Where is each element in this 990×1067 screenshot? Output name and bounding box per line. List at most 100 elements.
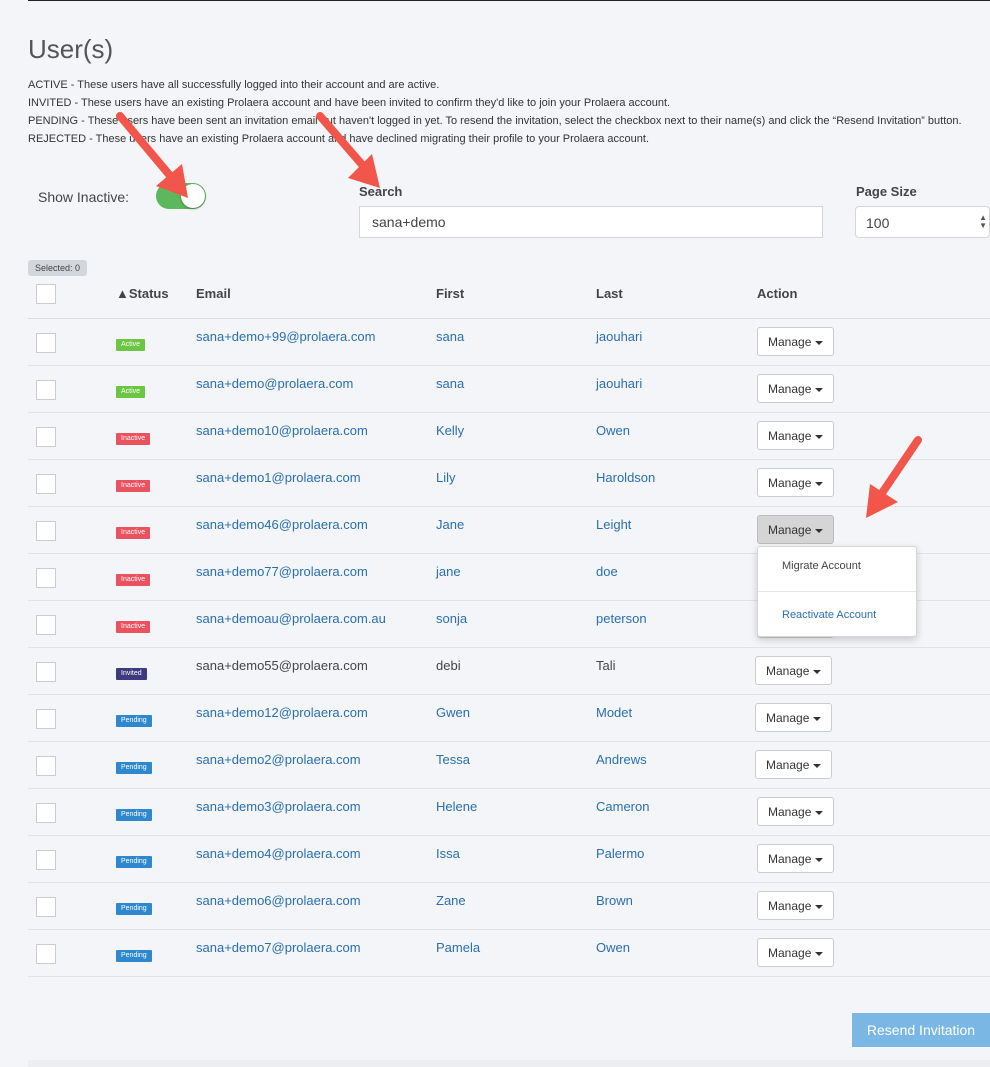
table-row: Pending sana+demo7@prolaera.com Pamela Owen…	[28, 930, 990, 977]
last-name-cell[interactable]: Haroldson	[596, 470, 655, 485]
manage-button[interactable]: Manage	[757, 515, 835, 544]
email-cell[interactable]: sana+demo6@prolaera.com	[196, 893, 361, 908]
last-name-cell[interactable]: Owen	[596, 423, 630, 438]
first-name-cell[interactable]: Gwen	[436, 705, 470, 720]
last-name-cell[interactable]: Leight	[596, 517, 631, 532]
manage-label: Manage	[766, 711, 810, 725]
first-name-cell[interactable]: Zane	[436, 893, 466, 908]
email-cell[interactable]: sana+demo10@prolaera.com	[196, 423, 368, 438]
manage-button[interactable]: Manage	[757, 844, 835, 873]
manage-button[interactable]: Manage	[757, 421, 835, 450]
caret-down-icon	[815, 481, 824, 486]
resend-invitation-button[interactable]: Resend Invitation	[852, 1013, 990, 1047]
email-cell[interactable]: sana+demo12@prolaera.com	[196, 705, 368, 720]
first-name-cell[interactable]: Jane	[436, 517, 464, 532]
first-name-cell[interactable]: Kelly	[436, 423, 464, 438]
status-header[interactable]: ▲Status	[116, 286, 169, 301]
row-checkbox[interactable]	[36, 662, 56, 682]
row-checkbox[interactable]	[36, 897, 56, 917]
table-body: Active sana+demo+99@prolaera.com sana jaouh…	[28, 319, 990, 977]
row-checkbox[interactable]	[36, 474, 56, 494]
row-checkbox[interactable]	[36, 333, 56, 353]
first-name-cell[interactable]: Tessa	[436, 752, 470, 767]
email-cell[interactable]: sana+demo+99@prolaera.com	[196, 329, 375, 344]
manage-label: Manage	[768, 899, 812, 913]
first-name-cell: debi	[436, 658, 461, 673]
manage-label: Manage	[766, 758, 810, 772]
last-name-cell[interactable]: Modet	[596, 705, 632, 720]
last-name-cell[interactable]: Brown	[596, 893, 633, 908]
status-badge: Pending	[116, 715, 152, 727]
manage-button[interactable]: Manage	[755, 656, 833, 685]
migrate-account-item[interactable]: Migrate Account	[782, 560, 861, 572]
manage-label: Manage	[768, 805, 812, 819]
caret-down-icon	[815, 810, 824, 815]
arrow-annotation-icon	[316, 112, 380, 188]
last-name-cell[interactable]: Cameron	[596, 799, 649, 814]
caret-down-icon	[815, 951, 824, 956]
manage-button[interactable]: Manage	[757, 327, 835, 356]
row-checkbox[interactable]	[36, 427, 56, 447]
search-input[interactable]	[359, 206, 823, 238]
row-checkbox[interactable]	[36, 568, 56, 588]
table-row: Pending sana+demo2@prolaera.com Tessa Andre…	[28, 742, 990, 789]
manage-button[interactable]: Manage	[755, 750, 833, 779]
row-checkbox[interactable]	[36, 756, 56, 776]
caret-down-icon	[815, 434, 824, 439]
row-checkbox[interactable]	[36, 380, 56, 400]
manage-label: Manage	[768, 946, 812, 960]
last-name-cell[interactable]: Andrews	[596, 752, 647, 767]
first-name-cell[interactable]: Pamela	[436, 940, 480, 955]
last-name-cell[interactable]: Palermo	[596, 846, 644, 861]
manage-button[interactable]: Manage	[755, 703, 833, 732]
row-checkbox[interactable]	[36, 709, 56, 729]
last-name-cell[interactable]: Owen	[596, 940, 630, 955]
last-name-cell[interactable]: jaouhari	[596, 376, 642, 391]
manage-button[interactable]: Manage	[757, 468, 835, 497]
manage-button[interactable]: Manage	[757, 797, 835, 826]
manage-button[interactable]: Manage	[757, 891, 835, 920]
last-name-cell[interactable]: doe	[596, 564, 618, 579]
reactivate-account-item[interactable]: Reactivate Account	[782, 609, 876, 621]
caret-down-icon	[815, 528, 824, 533]
menu-divider	[758, 591, 916, 592]
page-size-select[interactable]: 100 ▲ ▼	[855, 206, 990, 238]
last-name-cell[interactable]: peterson	[596, 611, 647, 626]
row-checkbox[interactable]	[36, 615, 56, 635]
email-cell[interactable]: sana+demo77@prolaera.com	[196, 564, 368, 579]
first-name-cell[interactable]: Lily	[436, 470, 456, 485]
first-name-cell[interactable]: sana	[436, 376, 464, 391]
select-all-checkbox[interactable]	[36, 284, 56, 304]
manage-label: Manage	[768, 476, 812, 490]
last-name-cell[interactable]: jaouhari	[596, 329, 642, 344]
row-checkbox[interactable]	[36, 850, 56, 870]
caret-down-icon	[815, 904, 824, 909]
page-size-label: Page Size	[856, 184, 917, 199]
email-cell[interactable]: sana+demo@prolaera.com	[196, 376, 353, 391]
manage-button[interactable]: Manage	[757, 938, 835, 967]
email-cell[interactable]: sana+demo46@prolaera.com	[196, 517, 368, 532]
first-name-cell[interactable]: Helene	[436, 799, 477, 814]
table-row: Pending sana+demo12@prolaera.com Gwen Modet…	[28, 695, 990, 742]
status-badge: Inactive	[116, 527, 151, 539]
first-name-cell[interactable]: sonja	[436, 611, 467, 626]
row-checkbox[interactable]	[36, 944, 56, 964]
manage-label: Manage	[768, 429, 812, 443]
caret-down-icon	[813, 669, 822, 674]
first-name-cell[interactable]: sana	[436, 329, 464, 344]
email-cell[interactable]: sana+demo1@prolaera.com	[196, 470, 361, 485]
email-cell[interactable]: sana+demo3@prolaera.com	[196, 799, 361, 814]
row-checkbox[interactable]	[36, 521, 56, 541]
email-cell[interactable]: sana+demo4@prolaera.com	[196, 846, 361, 861]
status-badge: Pending	[116, 903, 152, 915]
email-cell[interactable]: sana+demo2@prolaera.com	[196, 752, 361, 767]
first-name-cell[interactable]: Issa	[436, 846, 460, 861]
table-row: Pending sana+demo3@prolaera.com Helene Came…	[28, 789, 990, 836]
email-cell[interactable]: sana+demo7@prolaera.com	[196, 940, 361, 955]
manage-button[interactable]: Manage	[757, 374, 835, 403]
row-checkbox[interactable]	[36, 803, 56, 823]
first-header: First	[436, 286, 465, 301]
email-cell[interactable]: sana+demoau@prolaera.com.au	[196, 611, 386, 626]
first-name-cell[interactable]: jane	[436, 564, 461, 579]
page-size-value: 100	[866, 215, 890, 231]
